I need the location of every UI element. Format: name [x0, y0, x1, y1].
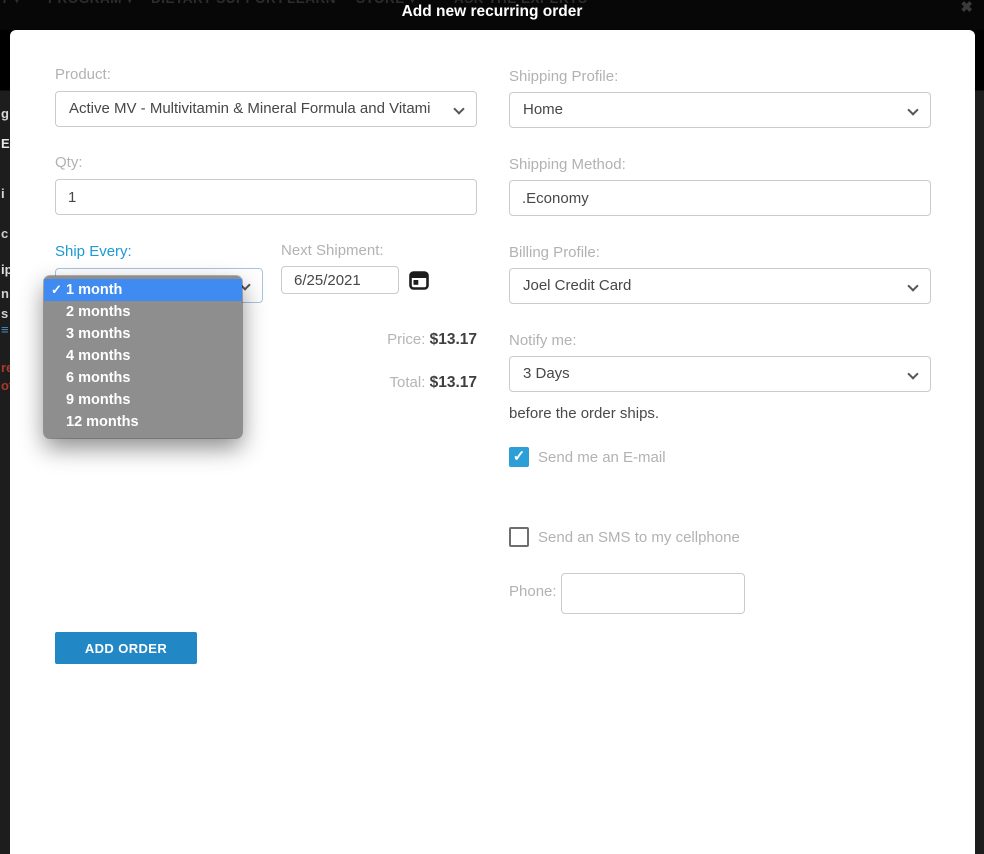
page-overlay: gEi c ip ns≡ re ot Y ▾ PROGRAM ▾ DIETARY SUPP…	[0, 0, 984, 854]
sms-checkbox-row[interactable]: Send an SMS to my cellphone	[509, 527, 740, 547]
background-text-fragment: c	[1, 226, 8, 241]
product-select-value: Active MV - Multivitamin & Mineral Formu…	[69, 100, 431, 117]
billing-profile-select[interactable]: Joel Credit Card	[509, 268, 931, 304]
dropdown-option-12-months[interactable]: 12 months	[44, 411, 242, 433]
dropdown-option-3-months[interactable]: 3 months	[44, 323, 242, 345]
email-checkbox[interactable]: ✓	[509, 447, 529, 467]
close-icon[interactable]: ✖	[960, 0, 973, 16]
dropdown-option-label: 12 months	[66, 414, 139, 430]
background-text-fragment: ot	[1, 378, 10, 393]
price-row: Price: $13.17	[281, 331, 477, 349]
next-shipment-label: Next Shipment:	[281, 242, 384, 259]
price-label: Price:	[387, 331, 425, 348]
add-recurring-order-modal: Product: Active MV - Multivitamin & Mine…	[10, 30, 975, 854]
price-value: $13.17	[430, 331, 477, 348]
dropdown-option-9-months[interactable]: 9 months	[44, 389, 242, 411]
background-text-fragment: ip	[1, 262, 10, 277]
dropdown-option-label: 6 months	[66, 370, 130, 386]
next-shipment-date-input[interactable]	[281, 266, 399, 294]
dropdown-option-label: 1 month	[66, 282, 122, 298]
checkmark-icon: ✓	[51, 279, 62, 301]
dropdown-option-label: 4 months	[66, 348, 130, 364]
modal-title: Add new recurring order	[0, 3, 984, 21]
dropdown-option-2-months[interactable]: 2 months	[44, 301, 242, 323]
calendar-icon[interactable]	[409, 270, 429, 290]
top-nav-bar: Y ▾ PROGRAM ▾ DIETARY SUPPORT LEARN STOR…	[0, 0, 984, 30]
email-checkbox-row[interactable]: ✓ Send me an E-mail	[509, 447, 666, 467]
qty-input[interactable]	[55, 179, 477, 215]
background-text-fragment: re	[1, 360, 10, 375]
dropdown-option-label: 9 months	[66, 392, 130, 408]
dropdown-option-label: 3 months	[66, 326, 130, 342]
shipping-profile-label: Shipping Profile:	[509, 68, 618, 85]
background-text-fragment: E	[1, 136, 10, 151]
background-text-fragment: i	[1, 186, 5, 201]
background-page-fragments: gEi c ip ns≡ re ot	[0, 30, 10, 854]
total-row: Total: $13.17	[281, 374, 477, 392]
dropdown-option-6-months[interactable]: 6 months	[44, 367, 242, 389]
sms-checkbox-label: Send an SMS to my cellphone	[538, 529, 740, 546]
notify-suffix-text: before the order ships.	[509, 405, 659, 422]
email-checkbox-label: Send me an E-mail	[538, 449, 666, 466]
total-value: $13.17	[430, 374, 477, 391]
dropdown-option-4-months[interactable]: 4 months	[44, 345, 242, 367]
notify-me-select[interactable]: 3 Days	[509, 356, 931, 392]
phone-label: Phone:	[509, 583, 557, 600]
billing-profile-value: Joel Credit Card	[523, 277, 631, 294]
billing-profile-label: Billing Profile:	[509, 244, 600, 261]
chevron-down-icon	[907, 104, 918, 115]
chevron-down-icon	[907, 280, 918, 291]
qty-label: Qty:	[55, 154, 83, 171]
background-text-fragment: ≡	[1, 322, 9, 337]
shipping-profile-value: Home	[523, 101, 563, 118]
background-text-fragment: n	[1, 286, 9, 301]
ship-every-dropdown-menu: ✓ 1 month 2 months 3 months 4 months 6 m…	[44, 276, 242, 438]
add-order-button[interactable]: ADD ORDER	[55, 632, 197, 664]
shipping-profile-select[interactable]: Home	[509, 92, 931, 128]
dropdown-option-1-month[interactable]: ✓ 1 month	[44, 279, 242, 301]
chevron-down-icon	[453, 103, 464, 114]
background-text-fragment: g	[1, 106, 9, 121]
phone-input[interactable]	[561, 573, 745, 614]
ship-every-label: Ship Every:	[55, 243, 132, 260]
notify-me-label: Notify me:	[509, 332, 577, 349]
background-text-fragment: s	[1, 306, 8, 321]
product-label: Product:	[55, 66, 111, 83]
product-select[interactable]: Active MV - Multivitamin & Mineral Formu…	[55, 91, 477, 127]
sms-checkbox[interactable]	[509, 527, 529, 547]
notify-me-value: 3 Days	[523, 365, 570, 382]
shipping-method-input[interactable]	[509, 180, 931, 216]
dropdown-option-label: 2 months	[66, 304, 130, 320]
total-label: Total:	[390, 374, 426, 391]
chevron-down-icon	[907, 368, 918, 379]
shipping-method-label: Shipping Method:	[509, 156, 626, 173]
